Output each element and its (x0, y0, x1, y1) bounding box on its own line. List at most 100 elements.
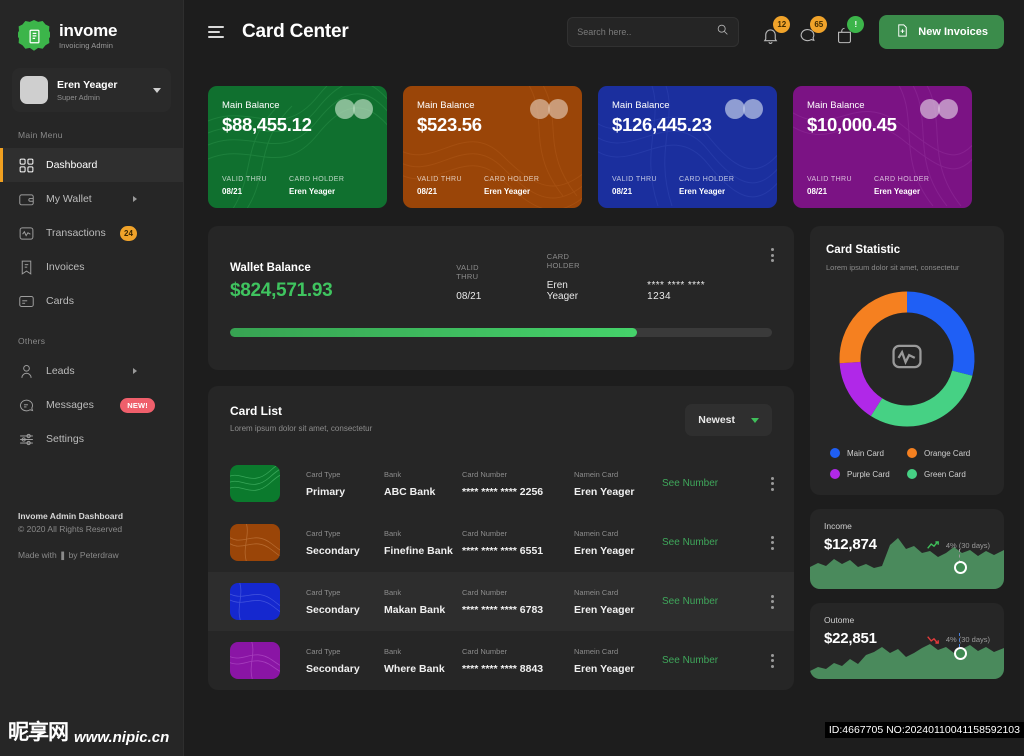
cell-card-type: Secondary (306, 603, 360, 616)
bell-badge: 12 (773, 16, 791, 33)
card-thumbnail (230, 524, 280, 561)
sidebar-item-label: My Wallet (46, 193, 92, 205)
sidebar: invome Invoicing Admin Eren Yeager Super… (0, 0, 184, 756)
legend-label: Orange Card (924, 448, 971, 458)
trend-down-icon (926, 636, 939, 644)
chevron-right-icon (133, 368, 137, 374)
user-profile-switcher[interactable]: Eren Yeager Super Admin (12, 68, 171, 112)
user-icon (18, 363, 35, 380)
grid-icon (18, 157, 35, 174)
sidebar-item-messages[interactable]: Messages NEW! (0, 388, 183, 422)
legend-item: Main Card (830, 448, 907, 458)
wallet-holder-value: Eren Yeager (546, 280, 579, 302)
row-kebab-menu-icon[interactable] (771, 594, 774, 609)
transactions-badge: 24 (120, 225, 137, 241)
valid-thru-value: 08/21 (612, 187, 633, 196)
balance-card[interactable]: Main Balance $88,455.12 VALID THRU 08/21… (208, 86, 387, 208)
sort-dropdown[interactable]: Newest (685, 404, 772, 436)
sidebar-item-leads[interactable]: Leads (0, 354, 183, 388)
footer-copyright: © 2020 All Rights Reserved (18, 524, 123, 534)
sidebar-item-label: Invoices (46, 261, 85, 273)
brand-logo[interactable]: invome Invoicing Admin (0, 0, 183, 52)
col-name-label: Namein Card (574, 469, 619, 479)
balance-card[interactable]: Main Balance $523.56 VALID THRU 08/21 CA… (403, 86, 582, 208)
sidebar-section-main: Main Menu (18, 130, 63, 140)
see-number-link[interactable]: See Number (662, 596, 771, 607)
see-number-link[interactable]: See Number (662, 478, 771, 489)
card-balance-amount: $126,445.23 (612, 114, 712, 135)
see-number-link[interactable]: See Number (662, 655, 771, 666)
donut-legend: Main Card Orange Card Purple Card Green Car… (826, 448, 988, 479)
donut-segment[interactable] (839, 361, 883, 416)
top-header: Card Center 12 65 ! (184, 0, 1024, 64)
new-invoices-button[interactable]: New Invoices (879, 15, 1004, 49)
legend-color-dot (830, 469, 840, 479)
hamburger-icon[interactable] (208, 26, 224, 38)
table-row[interactable]: Card Type Primary Bank ABC Bank Card Numbe… (208, 454, 794, 513)
income-panel: Income $12,874 4% (30 days) (810, 509, 1004, 589)
chat-badge: 65 (810, 16, 828, 33)
col-card-number-label: Card Number (462, 528, 508, 538)
card-thumbnail (230, 642, 280, 679)
sidebar-item-label: Leads (46, 365, 75, 377)
chevron-down-icon[interactable] (153, 87, 161, 93)
donut-chart (826, 288, 988, 430)
chevron-down-icon (751, 417, 759, 423)
row-kebab-menu-icon[interactable] (771, 476, 774, 491)
wallet-amount: $824,571.93 (230, 280, 333, 301)
balance-card[interactable]: Main Balance $10,000.45 VALID THRU 08/21… (793, 86, 972, 208)
sidebar-item-label: Transactions (46, 227, 106, 239)
chat-icon[interactable]: 65 (798, 16, 828, 45)
card-icon (18, 293, 35, 310)
balance-card[interactable]: Main Balance $126,445.23 VALID THRU 08/2… (598, 86, 777, 208)
valid-thru-label: VALID THRU (807, 176, 852, 183)
sidebar-item-my-wallet[interactable]: My Wallet (0, 182, 183, 216)
bell-icon[interactable]: 12 (761, 16, 791, 45)
activity-monitor-icon (890, 340, 924, 379)
table-row[interactable]: Card Type Secondary Bank Makan Bank Card N… (208, 572, 794, 631)
sidebar-item-cards[interactable]: Cards (0, 284, 183, 318)
cell-bank: Where Bank (384, 662, 445, 675)
legend-color-dot (907, 469, 917, 479)
col-card-type-label: Card Type (306, 528, 341, 538)
bag-icon[interactable]: ! (835, 16, 865, 45)
sidebar-item-invoices[interactable]: Invoices (0, 250, 183, 284)
user-name: Eren Yeager (57, 78, 118, 91)
wallet-progress-bar (230, 328, 772, 337)
cell-card-number: **** **** **** 6551 (462, 544, 544, 557)
row-kebab-menu-icon[interactable] (771, 535, 774, 550)
sidebar-item-dashboard[interactable]: Dashboard (0, 148, 183, 182)
search-icon[interactable] (716, 23, 729, 41)
kebab-menu-icon[interactable] (771, 248, 774, 262)
card-thumbnail (230, 583, 280, 620)
card-list-rows: Card Type Primary Bank ABC Bank Card Numbe… (208, 454, 794, 690)
donut-segment[interactable] (870, 370, 973, 427)
cell-name: Eren Yeager (574, 485, 635, 498)
card-balance-label: Main Balance (417, 100, 475, 111)
sidebar-item-transactions[interactable]: Transactions 24 (0, 216, 183, 250)
valid-thru-value: 08/21 (807, 187, 828, 196)
legend-item: Purple Card (830, 469, 907, 479)
income-label: Income (824, 521, 852, 531)
user-role: Super Admin (57, 92, 100, 102)
outcome-delta-text: 4% (30 days) (945, 635, 990, 644)
trend-up-icon (926, 541, 939, 549)
search-box[interactable] (567, 17, 740, 47)
col-card-number-label: Card Number (462, 646, 508, 656)
valid-thru-value: 08/21 (222, 187, 243, 196)
table-row[interactable]: Card Type Secondary Bank Finefine Bank Car… (208, 513, 794, 572)
cell-bank: Finefine Bank (384, 544, 453, 557)
watermark-id: ID:4667705 NO:20240110041158592103 (824, 722, 1024, 738)
table-row[interactable]: Card Type Secondary Bank Where Bank Card N… (208, 631, 794, 690)
see-number-link[interactable]: See Number (662, 537, 771, 548)
sidebar-section-others: Others (18, 336, 46, 346)
card-balance-amount: $88,455.12 (222, 114, 312, 135)
cell-card-number: **** **** **** 2256 (462, 485, 544, 498)
sidebar-item-settings[interactable]: Settings (0, 422, 183, 456)
col-card-type-label: Card Type (306, 646, 341, 656)
wallet-title: Wallet Balance (230, 262, 311, 274)
search-input[interactable] (577, 27, 717, 37)
card-list-panel: Card List Lorem ipsum dolor sit amet, co… (208, 386, 794, 690)
row-kebab-menu-icon[interactable] (771, 653, 774, 668)
sidebar-item-label: Messages (46, 399, 94, 411)
